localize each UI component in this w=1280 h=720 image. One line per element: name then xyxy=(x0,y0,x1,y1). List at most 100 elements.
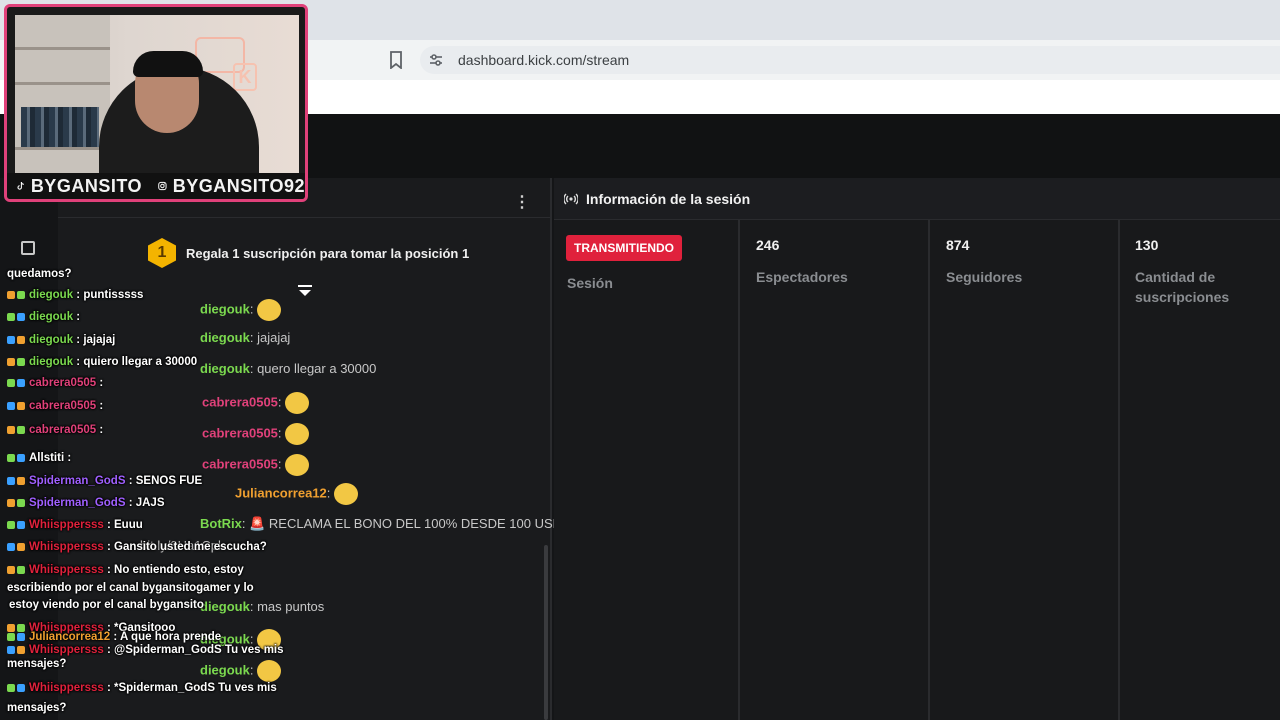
emote-icon xyxy=(257,299,282,321)
status-badge: TRANSMITIENDO xyxy=(566,235,682,261)
overlay-text: @Spiderman_GodS Tu ves mis xyxy=(114,644,284,656)
overlay-separator: : xyxy=(96,424,104,436)
badge-icon xyxy=(7,335,15,344)
bookmark-icon[interactable] xyxy=(389,51,403,69)
badge-icon xyxy=(17,335,25,344)
stat-subscriptions: 130 Cantidad de suscripciones xyxy=(1120,220,1280,720)
session-stats: TRANSMITIENDO Sesión 246 Espectadores 87… xyxy=(554,220,1280,720)
viewers-label: Espectadores xyxy=(756,269,848,285)
overlay-chat-message: Allstiti : xyxy=(7,452,71,464)
scroll-to-bottom-icon[interactable] xyxy=(297,284,313,298)
emote-icon xyxy=(285,423,310,445)
overlay-separator: : xyxy=(96,377,104,389)
streamer-hair xyxy=(133,51,203,77)
badge-icon xyxy=(17,401,25,410)
chat-message: diegouk: xyxy=(200,660,282,682)
overlay-username: Spiderman_GodS xyxy=(29,497,126,509)
chat-username[interactable]: diegouk xyxy=(200,662,250,677)
chat-text: quero llegar a 30000 xyxy=(257,361,377,376)
badge-icon xyxy=(7,632,15,641)
chat-message: Juliancorrea12: xyxy=(235,483,359,505)
overlay-username: Whiisppersss xyxy=(29,541,104,553)
overlay-separator: : xyxy=(73,334,84,346)
overlay-chat-message: quedamos? xyxy=(7,268,72,280)
chat-username[interactable]: Juliancorrea12 xyxy=(235,485,327,500)
shelf-board xyxy=(15,147,110,150)
social-handles: BYGANSITO BYGANSITO92 xyxy=(7,173,305,199)
overlay-chat-message: diegouk : puntisssss xyxy=(7,289,143,301)
badge-icon xyxy=(7,290,15,299)
chat-message: cabrera0505: xyxy=(202,392,310,414)
chat-username[interactable]: diegouk xyxy=(200,301,250,316)
emote-icon xyxy=(285,392,310,414)
emote-icon xyxy=(334,483,359,505)
chat-message: cabrera0505: xyxy=(202,454,310,476)
overlay-chat-message: Whiisppersss : Gansito usted me escucha? xyxy=(7,541,267,553)
overlay-chat-message: estoy viendo por el canal bygansito xyxy=(9,599,204,611)
chat-text: jajajaj xyxy=(257,330,291,345)
instagram-icon xyxy=(158,181,167,191)
overlay-separator: : xyxy=(103,682,115,694)
pinned-gift-banner[interactable]: 1 Regala 1 suscripción para tomar la pos… xyxy=(58,218,550,288)
overlay-text: escribiendo por el canal bygansitogamer … xyxy=(7,582,254,594)
session-label: Sesión xyxy=(567,275,613,291)
badge-icon xyxy=(17,312,25,321)
session-title: Información de la sesión xyxy=(586,190,751,207)
overlay-chat-message: Juliancorrea12 : A que hora prende xyxy=(7,631,221,643)
badge-icon xyxy=(17,290,25,299)
broadcast-icon xyxy=(564,193,578,204)
overlay-username: Whiisppersss xyxy=(29,644,104,656)
overlay-separator: : xyxy=(96,400,104,412)
badge-icon xyxy=(17,453,25,462)
chat-username[interactable]: cabrera0505 xyxy=(202,425,278,440)
chat-text: 🚨 RECLAMA EL BONO DEL 100% DESDE 100 USD… xyxy=(249,516,566,531)
overlay-text: jajajaj xyxy=(83,334,116,346)
overlay-username: cabrera0505 xyxy=(29,400,97,412)
badge-icon xyxy=(17,632,25,641)
chat-username[interactable]: diegouk xyxy=(200,330,250,345)
stat-session: TRANSMITIENDO Sesión xyxy=(554,220,740,720)
subs-value: 130 xyxy=(1135,237,1159,253)
chat-separator: : xyxy=(249,662,258,678)
chat-separator: : xyxy=(326,485,335,501)
badge-icon xyxy=(17,498,25,507)
chat-message: BotRix: 🚨 RECLAMA EL BONO DEL 100% DESDE… xyxy=(200,516,566,532)
overlay-username: Whiisppersss xyxy=(29,682,104,694)
overlay-chat-message: Whiisppersss : @Spiderman_GodS Tu ves mi… xyxy=(7,644,284,656)
chat-username[interactable]: diegouk xyxy=(200,361,250,376)
overlay-separator: : xyxy=(64,452,72,464)
chat-scrollbar[interactable] xyxy=(544,545,548,720)
badge-icon xyxy=(7,425,15,434)
chat-message: diegouk: mas puntos xyxy=(200,599,324,614)
stat-viewers: 246 Espectadores xyxy=(740,220,930,720)
overlay-separator: : xyxy=(125,475,136,487)
site-settings-icon[interactable] xyxy=(428,52,444,68)
overlay-text: *Spiderman_GodS Tu ves mis xyxy=(114,682,277,694)
books xyxy=(21,107,99,147)
overlay-separator: : xyxy=(73,311,81,323)
tiktok-handle: BYGANSITO xyxy=(30,175,142,196)
badge-icon xyxy=(7,401,15,410)
overlay-separator: : xyxy=(103,644,115,656)
chat-menu-icon[interactable]: ⋮ xyxy=(514,192,530,212)
overlay-text: mensajes? xyxy=(7,702,67,714)
chat-username[interactable]: cabrera0505 xyxy=(202,394,278,409)
url-text[interactable]: dashboard.kick.com/stream xyxy=(458,52,629,68)
chat-username[interactable]: BotRix xyxy=(200,516,242,531)
chat-text: mas puntos xyxy=(257,599,325,614)
chat-username[interactable]: diegouk xyxy=(200,599,250,614)
overlay-chat-message: Whiisppersss : No entiendo esto, estoy xyxy=(7,564,244,576)
chat-username[interactable]: cabrera0505 xyxy=(202,456,278,471)
overlay-chat-message: escribiendo por el canal bygansitogamer … xyxy=(7,582,254,594)
followers-label: Seguidores xyxy=(946,269,1023,285)
neon-k-logo: K xyxy=(233,63,257,91)
chat-separator: : xyxy=(249,599,258,614)
badge-icon xyxy=(7,565,15,574)
overlay-separator: : xyxy=(73,289,84,301)
overlay-text: quiero llegar a 30000 xyxy=(83,356,198,368)
subs-label: Cantidad de suscripciones xyxy=(1135,269,1230,305)
badge-icon xyxy=(17,542,25,551)
overlay-separator: : xyxy=(103,541,115,553)
stats-icon[interactable] xyxy=(21,241,35,255)
overlay-chat-message: Spiderman_GodS : SENOS FUE xyxy=(7,475,202,487)
